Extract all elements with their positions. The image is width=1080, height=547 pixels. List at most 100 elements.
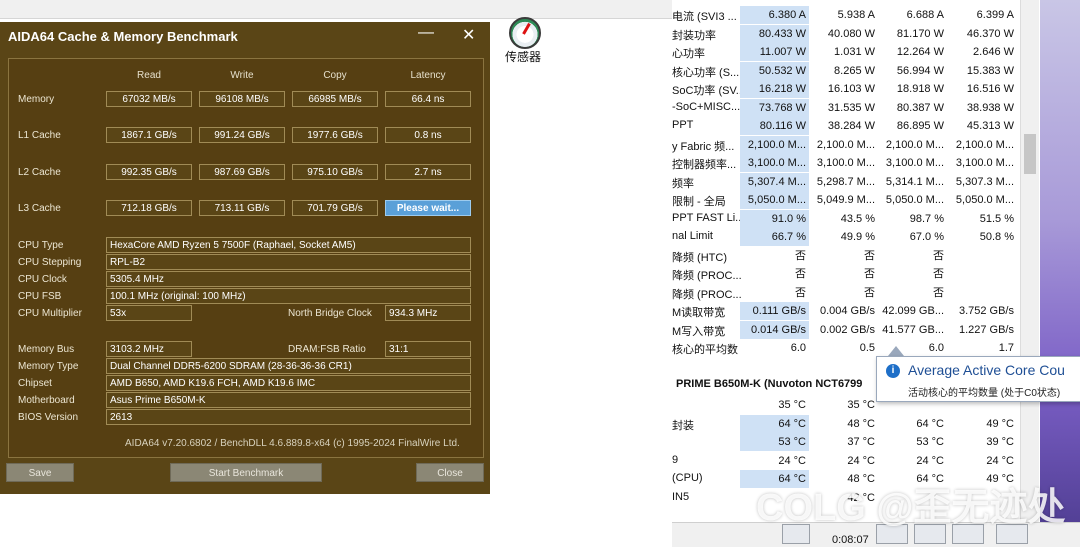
- dram-ratio-label: DRAM:FSB Ratio: [288, 344, 366, 355]
- sensor-avg-value: 49 °C: [986, 417, 1014, 430]
- sensor-row[interactable]: PPT FAST Li... 91.0 % 43.5 % 98.7 % 51.5 %: [672, 209, 1020, 228]
- sensor-min-value: 5,298.7 M...: [816, 175, 875, 188]
- scrollbar-thumb[interactable]: [1024, 134, 1036, 174]
- sensor-icon-label[interactable]: 传感器: [505, 48, 541, 65]
- sensor-min-value: 16.103 W: [827, 83, 875, 95]
- sensor-max-value: 否: [933, 268, 944, 280]
- sensor-label: M读取带宽: [672, 307, 726, 319]
- sensor-row[interactable]: nal Limit 66.7 % 49.9 % 67.0 % 50.8 %: [672, 228, 1020, 246]
- sensor-max-value: 42.099 GB...: [882, 305, 944, 317]
- memory-bus-label: Memory Bus: [18, 344, 75, 355]
- sensor-min-value: 40.080 W: [827, 27, 875, 40]
- row-label-memory: Memory: [18, 94, 55, 105]
- sensor-label: 核心的平均数: [672, 344, 738, 356]
- header-copy: Copy: [323, 70, 347, 81]
- tooltip-description: 活动核心的平均数量 (处于C0状态): [908, 388, 1061, 399]
- sensor-min-value: 5.938 A: [837, 9, 875, 21]
- sensor-cur-value: 否: [795, 249, 806, 262]
- sensor-min-value: 2,100.0 M...: [816, 138, 875, 151]
- sensor-cur-value: 否: [795, 286, 806, 299]
- sensor-label: 控制器频率...: [672, 159, 737, 171]
- sensor-avg-value: 1.227 GB/s: [958, 323, 1014, 336]
- sensor-scrollbar[interactable]: [1020, 0, 1039, 522]
- tooltip-arrow: [888, 346, 904, 356]
- minimize-button[interactable]: —: [418, 24, 434, 42]
- l2-latency-value: 2.7 ns: [385, 164, 471, 180]
- sensor-min-value: 43.5 %: [840, 212, 875, 225]
- memory-type-label: Memory Type: [18, 361, 79, 372]
- sensor-label: 降频 (PROC...: [672, 270, 742, 282]
- sensor-row[interactable]: 控制器频率... 3,100.0 M... 3,100.0 M... 3,100.0 …: [672, 154, 1020, 172]
- sensor-label: 降频 (PROC...: [672, 288, 742, 301]
- sensor-avg-value: [947, 265, 1017, 283]
- sensor-avg-value: 39 °C: [986, 436, 1014, 448]
- sensor-row[interactable]: M读取带宽 0.111 GB/s 0.004 GB/s 42.099 GB... 3.7…: [672, 302, 1020, 320]
- close-icon[interactable]: ✕: [462, 25, 475, 45]
- row-label-l2: L2 Cache: [18, 167, 61, 178]
- header-read: Read: [137, 70, 161, 81]
- info-icon: i: [886, 364, 900, 378]
- sensor-min-value: 否: [864, 286, 875, 299]
- sensor-row[interactable]: y Fabric 频... 2,100.0 M... 2,100.0 M... 2,1…: [672, 135, 1020, 154]
- sensor-max-value: 否: [933, 249, 944, 262]
- sensor-max-value: 64 °C: [916, 417, 944, 430]
- close-button[interactable]: Close: [416, 463, 484, 482]
- save-button[interactable]: Save: [6, 463, 74, 482]
- sensor-row[interactable]: 9 24 °C 24 °C 24 °C 24 °C: [672, 452, 1020, 470]
- window-title: AIDA64 Cache & Memory Benchmark: [8, 29, 238, 44]
- l1-read-value: 1867.1 GB/s: [106, 127, 192, 143]
- sensor-avg-value: 5,050.0 M...: [955, 194, 1014, 206]
- memory-bus-value: 3103.2 MHz: [106, 341, 192, 357]
- sensor-row[interactable]: SoC功率 (SV... 16.218 W 16.103 W 18.918 W 16.5…: [672, 80, 1020, 98]
- sensor-cur-value: 50.532 W: [740, 61, 809, 80]
- sensor-row[interactable]: M写入带宽 0.014 GB/s 0.002 GB/s 41.577 GB... 1.2…: [672, 320, 1020, 339]
- sensor-row[interactable]: -SoC+MISC... 73.768 W 31.535 W 80.387 W 38.9…: [672, 98, 1020, 117]
- chipset-value: AMD B650, AMD K19.6 FCH, AMD K19.6 IMC: [106, 375, 471, 391]
- sensor-max-value: 24 °C: [916, 454, 944, 467]
- sensor-row[interactable]: 限制 - 全局 5,050.0 M... 5,049.9 M... 5,050.0 M…: [672, 191, 1020, 209]
- memory-read-value: 67032 MB/s: [106, 91, 192, 107]
- sensor-avg-value: 45.313 W: [966, 120, 1014, 132]
- sensor-min-value: 3,100.0 M...: [816, 157, 875, 169]
- cpu-stepping-label: CPU Stepping: [18, 257, 82, 268]
- l3-latency-wait-indicator: Please wait...: [385, 200, 471, 216]
- cpu-stepping-value: RPL-B2: [106, 254, 471, 270]
- sensor-row[interactable]: 降频 (PROC... 否 否 否: [672, 284, 1020, 302]
- sensor-avg-value: 15.383 W: [966, 64, 1014, 77]
- cpu-type-label: CPU Type: [18, 240, 64, 251]
- sensor-cur-value: 53 °C: [740, 433, 809, 451]
- sensor-max-value: 12.264 W: [896, 46, 944, 58]
- l1-write-value: 991.24 GB/s: [199, 127, 285, 143]
- sensor-avg-value: 16.516 W: [966, 83, 1014, 95]
- sensor-cur-value: 0.111 GB/s: [740, 302, 809, 320]
- sensor-min-value: 31.535 W: [827, 101, 875, 114]
- sensor-row[interactable]: 电流 (SVI3 ... 6.380 A 5.938 A 6.688 A 6.399 A: [672, 6, 1020, 24]
- sensor-min-value: 48 °C: [847, 417, 875, 430]
- sensor-row[interactable]: 心功率 11.007 W 1.031 W 12.264 W 2.646 W: [672, 43, 1020, 61]
- start-benchmark-button[interactable]: Start Benchmark: [170, 463, 322, 482]
- sensor-min-value: 1.031 W: [834, 46, 875, 58]
- sensor-row[interactable]: 核心的平均数 6.0 0.5 6.0 1.7: [672, 339, 1020, 357]
- motherboard-value: Asus Prime B650M-K: [106, 392, 471, 408]
- l3-copy-value: 701.79 GB/s: [292, 200, 378, 216]
- sensor-row[interactable]: 降频 (PROC... 否 否 否: [672, 265, 1020, 283]
- sensor-row[interactable]: PPT 80.116 W 38.284 W 86.895 W 45.313 W: [672, 117, 1020, 135]
- sensor-row[interactable]: 53 °C 37 °C 53 °C 39 °C: [672, 433, 1020, 451]
- sensor-max-value: 98.7 %: [909, 212, 944, 225]
- sensor-cur-value: 2,100.0 M...: [740, 135, 809, 154]
- sensor-max-value: 5,050.0 M...: [885, 194, 944, 206]
- sensor-row[interactable]: 频率 5,307.4 M... 5,298.7 M... 5,314.1 M... 5,…: [672, 172, 1020, 191]
- l2-write-value: 987.69 GB/s: [199, 164, 285, 180]
- sensor-label: 封装: [672, 419, 694, 432]
- sensor-row[interactable]: 核心功率 (S... 50.532 W 8.265 W 56.994 W 15.383 …: [672, 61, 1020, 80]
- cpu-multiplier-value: 53x: [106, 305, 192, 321]
- sensor-cur-value: 5,307.4 M...: [740, 172, 809, 191]
- sensor-row[interactable]: 降频 (HTC) 否 否 否: [672, 247, 1020, 265]
- sensor-row[interactable]: 封装功率 80.433 W 40.080 W 81.170 W 46.370 W: [672, 24, 1020, 43]
- sensor-max-value: 80.387 W: [896, 101, 944, 114]
- sensor-row[interactable]: 封装 64 °C 48 °C 64 °C 49 °C: [672, 414, 1020, 433]
- sensor-max-value: 2,100.0 M...: [885, 138, 944, 151]
- sensor-avg-value: 51.5 %: [979, 212, 1014, 225]
- sensor-min-value: 否: [864, 249, 875, 262]
- sensor-avg-value: 2.646 W: [973, 46, 1014, 58]
